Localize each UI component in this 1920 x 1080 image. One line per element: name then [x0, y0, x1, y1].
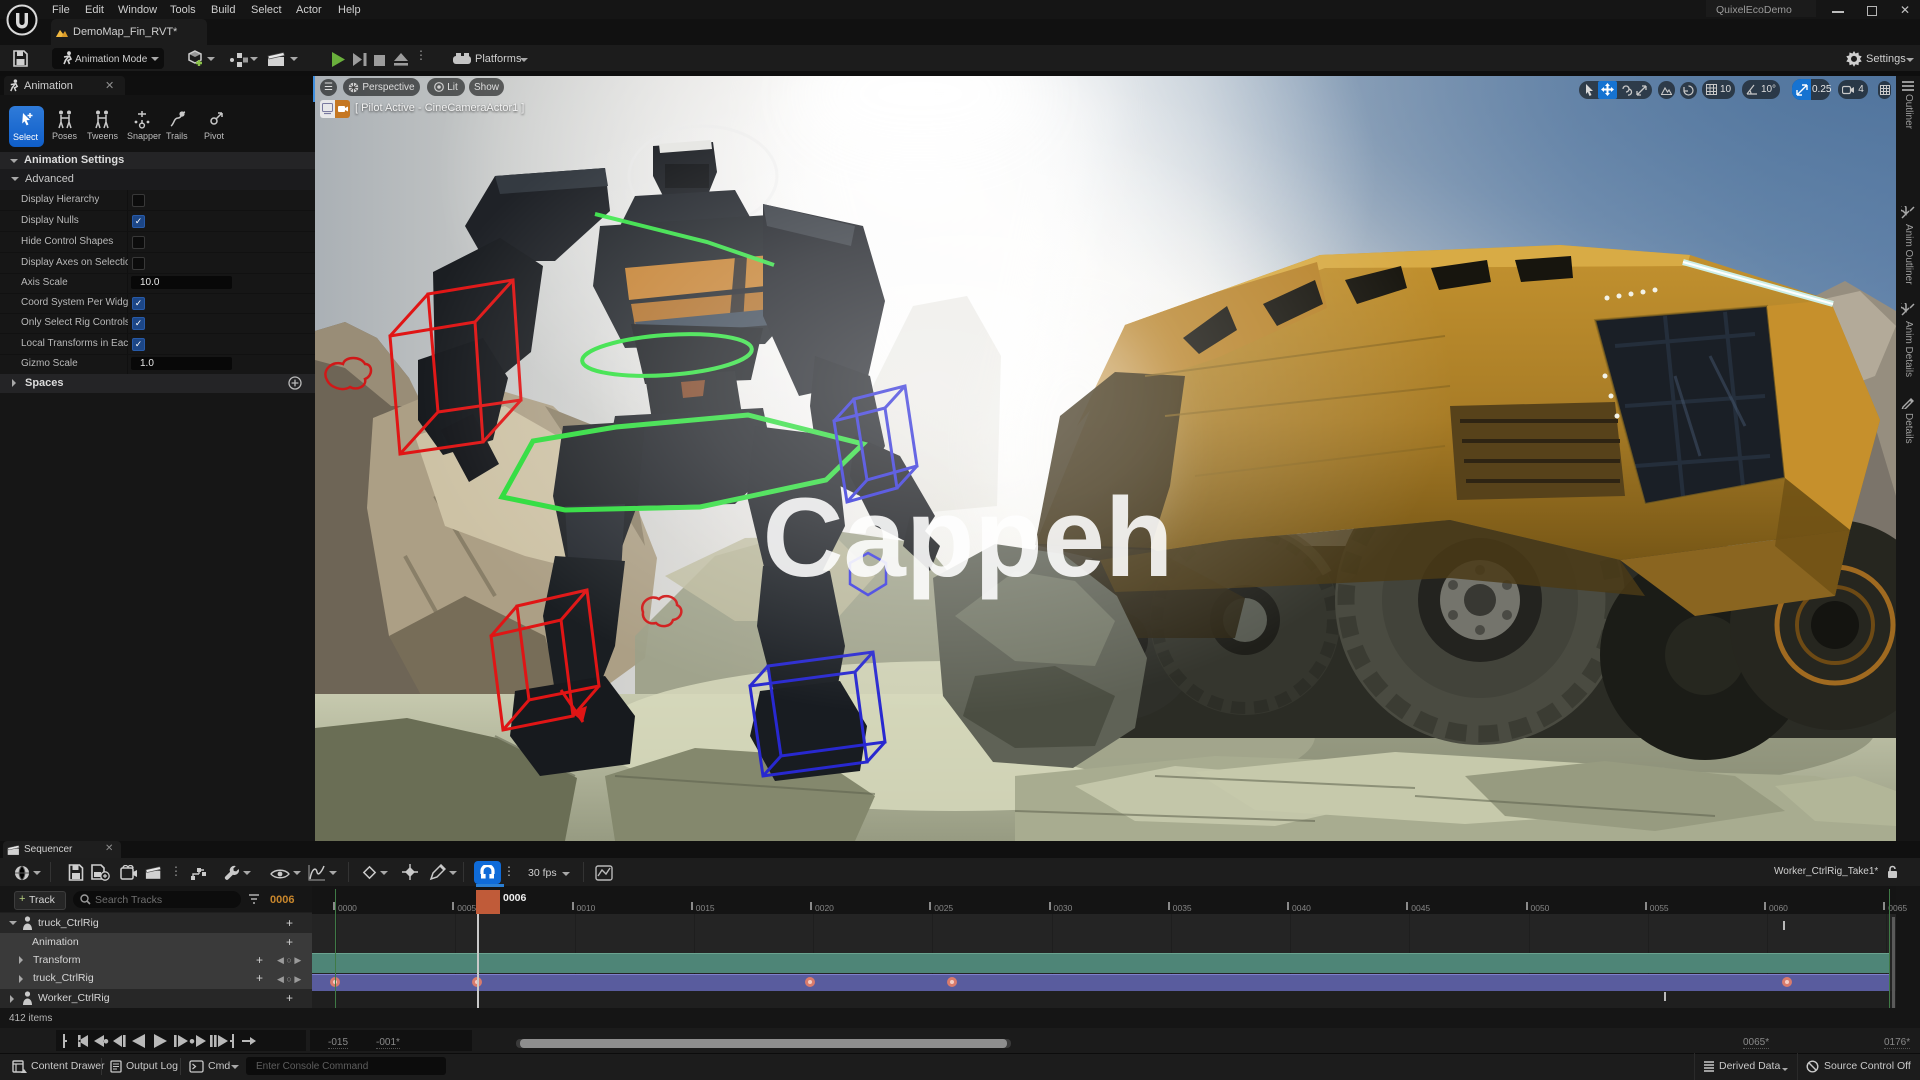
svg-text:Cappeh: Cappeh: [763, 475, 1174, 600]
